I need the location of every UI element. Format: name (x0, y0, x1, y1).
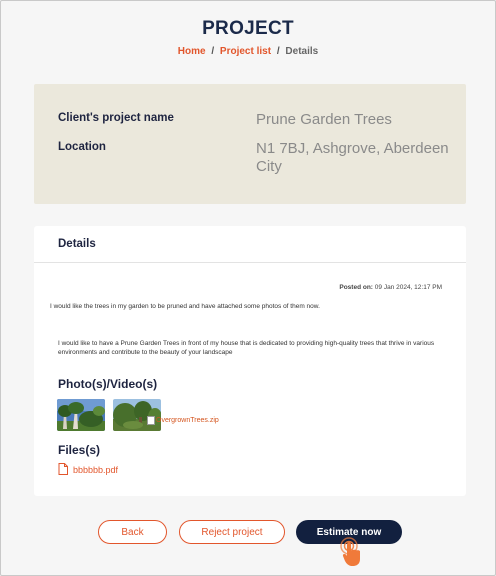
media-zip-link[interactable]: OvergrownTrees.zip (147, 416, 219, 425)
breadcrumb-current: Details (285, 46, 319, 57)
posted-value: 09 Jan 2024, 12:17 PM (374, 284, 442, 291)
description-long: I would like to have a Prune Garden Tree… (58, 340, 435, 356)
photo-thumbnail-2[interactable] (113, 399, 161, 431)
project-info-card: Client's project name Prune Garden Trees… (34, 84, 466, 204)
breadcrumb-separator: / (211, 46, 215, 57)
breadcrumb-project-list[interactable]: Project list (220, 46, 271, 57)
location-value: N1 7BJ, Ashgrove, Aberdeen City (256, 140, 449, 175)
file-icon (58, 463, 73, 477)
photo-thumbnail-1[interactable] (57, 399, 105, 431)
details-heading: Details (58, 238, 96, 250)
project-name-value: Prune Garden Trees (256, 111, 392, 128)
breadcrumb: Home / Project list / Details (0, 46, 496, 57)
project-name-label: Client's project name (58, 112, 174, 124)
breadcrumb-home[interactable]: Home (178, 46, 206, 57)
location-label: Location (58, 141, 106, 153)
divider (34, 262, 466, 263)
media-zip-name: OvergrownTrees.zip (156, 417, 219, 424)
media-heading: Photo(s)/Video(s) (58, 377, 158, 391)
posted-label: Posted on: (339, 284, 373, 291)
reject-project-button[interactable]: Reject project (179, 520, 285, 544)
zip-icon (147, 416, 155, 425)
breadcrumb-separator: / (276, 46, 280, 57)
pointer-hand-icon (338, 537, 368, 574)
back-button[interactable]: Back (98, 520, 167, 544)
details-card: Details Posted on: 09 Jan 2024, 12:17 PM… (34, 226, 466, 496)
posted-date: Posted on: 09 Jan 2024, 12:17 PM (339, 284, 442, 291)
file-link[interactable]: bbbbbb.pdf (58, 463, 118, 477)
file-name: bbbbbb.pdf (73, 465, 119, 475)
files-heading: Files(s) (58, 443, 101, 457)
description-short: I would like the trees in my garden to b… (50, 303, 320, 310)
page-title: PROJECT (202, 18, 294, 39)
